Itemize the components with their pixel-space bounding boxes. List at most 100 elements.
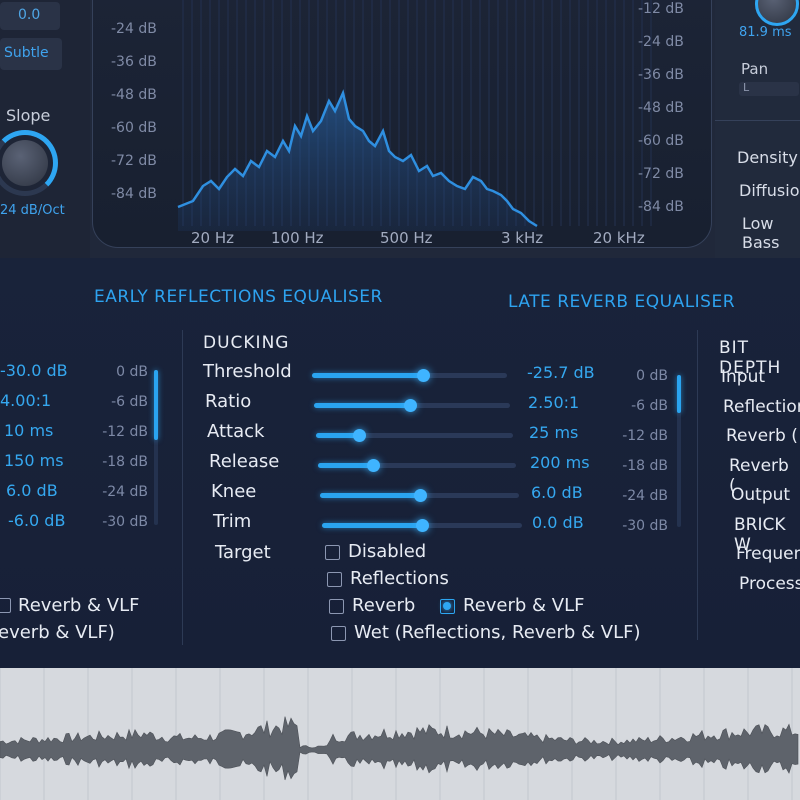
frequency-label: 3 kHz xyxy=(501,229,544,247)
target-checkbox[interactable] xyxy=(327,572,342,587)
bit-depth-item: Output xyxy=(731,485,791,505)
bit-depth-item: Reverb ( xyxy=(726,426,798,446)
left-value-readout: 150 ms xyxy=(4,451,64,470)
target-option-label: Disabled xyxy=(348,541,427,562)
spectrum-fill xyxy=(178,93,537,231)
slider-thumb[interactable] xyxy=(413,489,427,502)
bit-depth-item: Frequency xyxy=(736,544,800,564)
ducking-threshold-slider[interactable] xyxy=(312,369,507,382)
density-label: Density xyxy=(737,148,798,167)
pan-label: Pan xyxy=(741,60,769,78)
left-control-strip: 0.0 Subtle Slope 24 dB/Oct xyxy=(0,0,90,258)
target-option-label: Reverb & VLF xyxy=(463,595,585,616)
ducking-release-value: 200 ms xyxy=(530,453,590,472)
db-left-label: -84 dB xyxy=(111,186,157,202)
target-checkbox[interactable] xyxy=(331,626,346,641)
left-value: 0.0 xyxy=(18,7,41,23)
bit-depth-item: Input xyxy=(721,367,766,387)
ducking-release-label: Release xyxy=(209,451,280,472)
predelay-value: 81.9 ms xyxy=(739,25,792,40)
frequency-label: 20 kHz xyxy=(593,229,645,247)
left-scale-label: -12 dB xyxy=(102,424,148,440)
slider-thumb[interactable] xyxy=(416,519,429,532)
tab-early-reflections-eq[interactable]: EARLY REFLECTIONS EQUALISER xyxy=(94,287,383,307)
ducking-scale-label: -18 dB xyxy=(622,458,668,474)
ducking-knee-label: Knee xyxy=(211,481,257,502)
ducking-meter-level xyxy=(677,375,681,413)
ducking-attack-value: 25 ms xyxy=(529,423,579,442)
left-scale-label: -30 dB xyxy=(102,514,148,530)
ducking-attack-slider[interactable] xyxy=(316,429,513,442)
ducking-scale-label: -24 dB xyxy=(622,488,668,504)
slider-thumb[interactable] xyxy=(367,459,381,472)
slider-thumb[interactable] xyxy=(353,429,367,442)
ducking-threshold-label: Threshold xyxy=(203,361,292,382)
bit-depth-item: Reflections xyxy=(723,396,800,417)
target-option-label: Reverb xyxy=(352,595,416,616)
spectrum-analyzer[interactable]: -24 dB -36 dB -48 dB -60 dB -72 dB -84 dB -12… xyxy=(92,0,712,248)
slider-fill xyxy=(314,403,411,408)
left-target-checkbox[interactable] xyxy=(0,598,11,613)
ducking-scale-label: -6 dB xyxy=(631,398,668,414)
ducking-release-slider[interactable] xyxy=(318,459,516,472)
left-value-box[interactable]: 0.0 xyxy=(0,2,60,30)
waveform-plot xyxy=(0,668,799,800)
tab-late-reverb-eq[interactable]: LATE REVERB EQUALISER xyxy=(508,292,735,312)
frequency-label: 100 Hz xyxy=(271,229,324,247)
subtle-button[interactable]: Subtle xyxy=(0,38,62,70)
pan-slider[interactable]: L xyxy=(739,81,799,96)
frequency-label: 20 Hz xyxy=(191,229,235,247)
ducking-scale-label: -12 dB xyxy=(622,428,668,444)
ducking-meter-track xyxy=(677,375,681,527)
db-left-label: -60 dB xyxy=(111,120,157,136)
slope-value: 24 dB/Oct xyxy=(0,203,65,218)
plugin-window: 0.0 Subtle Slope 24 dB/Oct -24 dB -36 dB… xyxy=(0,0,800,800)
db-left-label: -48 dB xyxy=(111,87,157,103)
low-bass-label: Low Bass xyxy=(742,214,780,252)
target-option-label: Reflections xyxy=(350,568,449,589)
slider-thumb[interactable] xyxy=(404,399,418,412)
left-scale-label: -24 dB xyxy=(102,484,148,500)
ducking-trim-slider[interactable] xyxy=(322,519,522,532)
main-panel: EARLY REFLECTIONS EQUALISER LATE REVERB … xyxy=(0,258,800,668)
top-section: 0.0 Subtle Slope 24 dB/Oct -24 dB -36 dB… xyxy=(0,0,800,258)
db-right-label: -60 dB xyxy=(638,133,684,149)
target-checkbox[interactable] xyxy=(329,599,344,614)
db-left-label: -36 dB xyxy=(111,54,157,70)
left-meter-track xyxy=(154,370,158,525)
left-value-readout: 6.0 dB xyxy=(6,481,58,500)
left-scale-label: -6 dB xyxy=(111,394,148,410)
ducking-ratio-slider[interactable] xyxy=(314,399,510,412)
diffusion-label: Diffusion xyxy=(739,181,800,200)
divider-right xyxy=(697,330,698,640)
db-right-label: -12 dB xyxy=(638,1,684,17)
target-checkbox[interactable] xyxy=(325,545,340,560)
slope-knob[interactable] xyxy=(2,140,48,186)
ducking-scale-label: 0 dB xyxy=(636,368,668,384)
ducking-knee-slider[interactable] xyxy=(320,489,519,502)
ducking-threshold-value: -25.7 dB xyxy=(527,363,595,382)
ducking-scale-label: -30 dB xyxy=(622,518,668,534)
bit-depth-item: Process xyxy=(739,573,800,594)
left-scale-label: -18 dB xyxy=(102,454,148,470)
left-value-readout: -30.0 dB xyxy=(0,361,68,380)
slider-fill xyxy=(322,523,422,528)
db-right-label: -36 dB xyxy=(638,67,684,83)
db-right-label: -84 dB xyxy=(638,199,684,215)
subtle-button-label: Subtle xyxy=(4,45,49,61)
target-label: Target xyxy=(215,542,271,563)
slider-thumb[interactable] xyxy=(417,369,431,382)
ducking-trim-value: 0.0 dB xyxy=(532,513,584,532)
slider-fill xyxy=(312,373,424,378)
ducking-title: DUCKING xyxy=(203,333,290,353)
target-checkbox[interactable] xyxy=(440,599,455,614)
db-left-label: -72 dB xyxy=(111,153,157,169)
left-target-label-2: everb & VLF) xyxy=(0,622,115,643)
waveform-track[interactable] xyxy=(0,668,800,800)
frequency-label: 500 Hz xyxy=(380,229,433,247)
left-meter-level xyxy=(154,370,158,440)
predelay-knob[interactable] xyxy=(755,0,799,26)
ducking-knee-value: 6.0 dB xyxy=(531,483,583,502)
ducking-ratio-label: Ratio xyxy=(205,391,252,412)
divider-left xyxy=(182,330,183,645)
